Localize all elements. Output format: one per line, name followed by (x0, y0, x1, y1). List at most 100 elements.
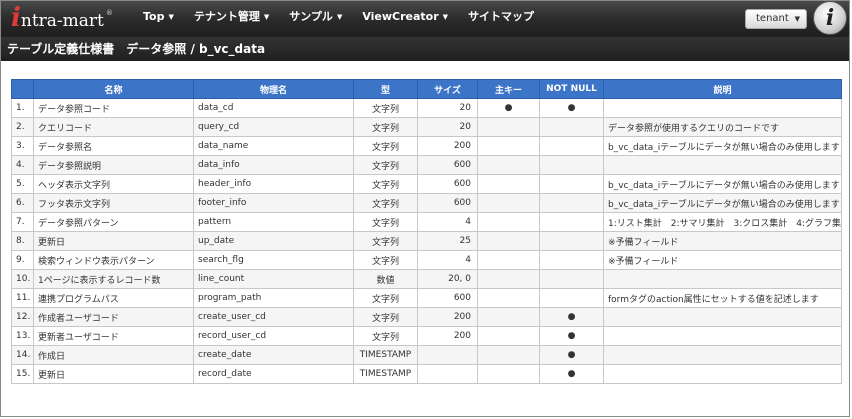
cell-physical-name: create_user_cd (193, 307, 354, 327)
cell-physical-name: search_flg (193, 250, 354, 270)
header-type: 型 (353, 79, 418, 99)
column-definition-table: 名称 物理名 型 サイズ 主キー NOT NULL 説明 1. データ参照コード d… (11, 79, 842, 384)
cell-description: b_vc_data_iテーブルにデータが無い場合のみ使用します (603, 136, 842, 156)
cell-no: 5. (11, 174, 34, 194)
cell-physical-name: data_info (193, 155, 354, 175)
cell-physical-name: program_path (193, 288, 354, 308)
cell-not-null (539, 250, 604, 270)
cell-size: 200 (417, 136, 478, 156)
cell-type: 文字列 (353, 155, 418, 175)
header-description: 説明 (603, 79, 842, 99)
cell-not-null (539, 288, 604, 308)
cell-description (603, 155, 842, 175)
cell-size: 4 (417, 212, 478, 232)
cell-description (603, 326, 842, 346)
cell-no: 11. (11, 288, 34, 308)
cell-no: 10. (11, 269, 34, 289)
cell-not-null (539, 136, 604, 156)
tenant-label: tenant (756, 13, 789, 24)
app-window: i ntra-mart ® Top ▼ テナント管理 ▼ サンプル ▼ ViewCre… (0, 0, 850, 417)
cell-description: 1:リスト集計 2:サマリ集計 3:クロス集計 4:グラフ集計 (603, 212, 842, 232)
table-row: 6. フッタ表示文字列 footer_info 文字列 600 b_vc_data_iテー… (11, 193, 842, 213)
cell-description: ※予備フィールド (603, 231, 842, 251)
cell-primary-key (477, 326, 540, 346)
main-menu: Top ▼ テナント管理 ▼ サンプル ▼ ViewCreator ▼ サイトマップ (133, 1, 544, 37)
cell-size: 600 (417, 174, 478, 194)
cell-size: 600 (417, 193, 478, 213)
tenant-dropdown[interactable]: tenant ▼ (745, 9, 807, 29)
logo-text: ntra-mart (20, 11, 104, 31)
table-row: 3. データ参照名 data_name 文字列 200 b_vc_data_iテーブルにデ… (11, 136, 842, 156)
menu-sitemap[interactable]: サイトマップ (458, 1, 544, 37)
cell-name: データ参照名 (33, 136, 194, 156)
cell-size: 200 (417, 326, 478, 346)
cell-type: 文字列 (353, 117, 418, 137)
cell-physical-name: header_info (193, 174, 354, 194)
chevron-down-icon: ▼ (168, 13, 174, 21)
cell-not-null (539, 117, 604, 137)
intra-mart-logo[interactable]: i ntra-mart ® (11, 5, 113, 31)
cell-name: データ参照パターン (33, 212, 194, 232)
cell-type: TIMESTAMP (353, 345, 418, 365)
table-row: 12. 作成者ユーザコード create_user_cd 文字列 200 ● (11, 307, 842, 327)
table-row: 10. 1ページに表示するレコード数 line_count 数値 20, 0 (11, 269, 842, 289)
user-menu-icon[interactable]: i (813, 1, 847, 35)
cell-description (603, 269, 842, 289)
cell-not-null (539, 231, 604, 251)
cell-name: 更新日 (33, 364, 194, 384)
cell-primary-key (477, 269, 540, 289)
cell-name: クエリコード (33, 117, 194, 137)
cell-physical-name: record_date (193, 364, 354, 384)
cell-primary-key (477, 212, 540, 232)
menu-viewcreator[interactable]: ViewCreator ▼ (352, 1, 458, 37)
menu-sample[interactable]: サンプル ▼ (279, 1, 352, 37)
cell-primary-key (477, 231, 540, 251)
logo-mark: i (11, 3, 21, 33)
header-no (11, 79, 34, 99)
cell-no: 12. (11, 307, 34, 327)
table-row: 2. クエリコード query_cd 文字列 20 データ参照が使用するクエリのコードです (11, 117, 842, 137)
cell-primary-key (477, 117, 540, 137)
cell-physical-name: data_cd (193, 98, 354, 118)
table-row: 11. 連携プログラムパス program_path 文字列 600 formタグのact… (11, 288, 842, 308)
user-icon-glyph: i (825, 5, 835, 31)
cell-name: ヘッダ表示文字列 (33, 174, 194, 194)
cell-not-null (539, 174, 604, 194)
table-row: 13. 更新者ユーザコード record_user_cd 文字列 200 ● (11, 326, 842, 346)
cell-name: 1ページに表示するレコード数 (33, 269, 194, 289)
menu-sample-label: サンプル (289, 10, 333, 23)
cell-name: 更新者ユーザコード (33, 326, 194, 346)
header-physical-name: 物理名 (193, 79, 354, 99)
cell-physical-name: record_user_cd (193, 326, 354, 346)
cell-name: 作成日 (33, 345, 194, 365)
cell-description: b_vc_data_iテーブルにデータが無い場合のみ使用します (603, 174, 842, 194)
menu-tenant-management[interactable]: テナント管理 ▼ (184, 1, 279, 37)
cell-name: 連携プログラムパス (33, 288, 194, 308)
table-row: 15. 更新日 record_date TIMESTAMP ● (11, 364, 842, 384)
cell-type: 文字列 (353, 98, 418, 118)
cell-type: 文字列 (353, 193, 418, 213)
cell-no: 6. (11, 193, 34, 213)
cell-not-null: ● (539, 345, 604, 365)
header-size: サイズ (417, 79, 478, 99)
cell-description: b_vc_data_iテーブルにデータが無い場合のみ使用します (603, 193, 842, 213)
cell-name: データ参照説明 (33, 155, 194, 175)
table-row: 14. 作成日 create_date TIMESTAMP ● (11, 345, 842, 365)
menu-top[interactable]: Top ▼ (133, 1, 184, 37)
cell-physical-name: create_date (193, 345, 354, 365)
cell-description (603, 307, 842, 327)
cell-size (417, 345, 478, 365)
cell-description: formタグのaction属性にセットする値を記述します (603, 288, 842, 308)
cell-no: 1. (11, 98, 34, 118)
cell-primary-key (477, 288, 540, 308)
cell-not-null: ● (539, 364, 604, 384)
cell-primary-key (477, 345, 540, 365)
cell-physical-name: query_cd (193, 117, 354, 137)
cell-size: 600 (417, 155, 478, 175)
cell-not-null: ● (539, 98, 604, 118)
header-primary-key: 主キー (477, 79, 540, 99)
cell-not-null: ● (539, 326, 604, 346)
table-row: 8. 更新日 up_date 文字列 25 ※予備フィールド (11, 231, 842, 251)
cell-primary-key (477, 250, 540, 270)
cell-primary-key (477, 155, 540, 175)
